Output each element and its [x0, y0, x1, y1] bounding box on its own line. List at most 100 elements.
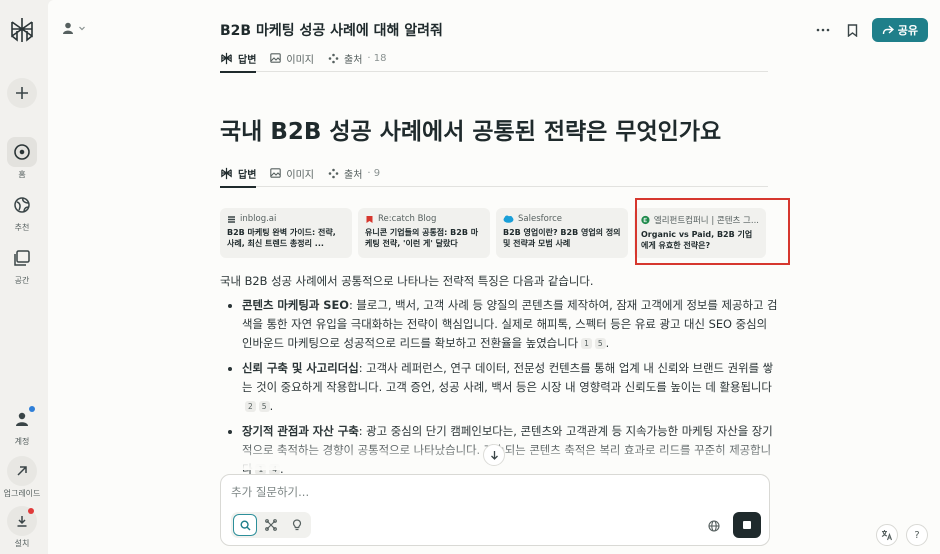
citation-badge[interactable]: 1	[581, 338, 592, 349]
more-horizontal-icon	[816, 28, 830, 32]
source-title: B2B 영업이란? B2B 영업의 정의 및 전략과 모범 사례	[503, 228, 621, 248]
search-mode-button[interactable]	[233, 514, 257, 536]
perplexity-logo-icon[interactable]	[8, 16, 36, 44]
source-site: inblog.ai	[240, 214, 277, 224]
user-icon	[63, 22, 73, 34]
globe-icon	[708, 520, 720, 532]
lightbulb-icon	[292, 519, 302, 531]
source-title: B2B 마케팅 완벽 가이드: 전략, 사례, 최신 트렌드 총정리 ...	[227, 228, 336, 248]
tab-answer[interactable]: 답변	[220, 159, 257, 188]
page-title: B2B 마케팅 성공 사례에 대해 알려줘	[220, 23, 443, 39]
perplexity-small-icon	[221, 167, 232, 179]
list-item: 콘텐츠 마케팅과 SEO: 블로그, 백서, 고객 사례 등 양질의 콘텐츠를 …	[220, 296, 780, 353]
bookmark-button[interactable]	[842, 19, 864, 41]
help-label: ?	[914, 529, 920, 541]
more-options-button[interactable]	[812, 19, 834, 41]
new-thread-button[interactable]	[0, 78, 44, 108]
submit-button[interactable]	[733, 512, 761, 538]
stop-icon	[743, 521, 751, 529]
arrow-up-right-icon	[7, 456, 37, 486]
tab-label: 출처	[344, 169, 363, 181]
search-circle-icon	[7, 137, 37, 167]
citation-badge[interactable]: 5	[594, 338, 606, 349]
sources-globe-button[interactable]	[703, 515, 725, 537]
tab-label: 이미지	[286, 169, 315, 181]
follow-up-input[interactable]	[231, 485, 631, 499]
bullet-title: 콘텐츠 마케팅과 SEO	[242, 298, 349, 312]
image-icon	[270, 168, 282, 178]
answer-intro: 국내 B2B 성공 사례에서 공통적으로 나타나는 전략적 특징은 다음과 같습…	[220, 274, 594, 288]
sidebar-item-upgrade[interactable]: 업그레이드	[0, 456, 44, 499]
notification-dot	[29, 406, 35, 412]
tab-label: 이미지	[286, 54, 315, 66]
sources-icon	[328, 53, 339, 63]
tab-sources[interactable]: 출처 · 18	[328, 44, 387, 72]
tab-label: 답변	[238, 169, 257, 181]
tab-label: 답변	[238, 54, 257, 66]
search-icon	[239, 519, 250, 530]
sidebar-item-home[interactable]: 홈	[0, 137, 44, 180]
notification-dot	[28, 508, 34, 514]
spaces-icon	[7, 243, 37, 273]
mode-selector	[231, 512, 311, 538]
translate-button[interactable]	[876, 524, 898, 546]
research-mode-button[interactable]	[259, 514, 283, 536]
source-site: Re:catch Blog	[378, 214, 437, 224]
bullet-title: 신뢰 구축 및 사고리더십	[242, 361, 359, 375]
share-button[interactable]: 공유	[871, 18, 928, 42]
share-arrow-icon	[882, 25, 894, 35]
top-actions: 공유	[812, 18, 928, 42]
citation-badge[interactable]: 2	[245, 401, 256, 412]
translate-icon	[881, 530, 893, 541]
recatch-favicon-icon	[366, 215, 373, 223]
list-item: 신뢰 구축 및 사고리더십: 고객사 레퍼런스, 연구 데이터, 전문성 컨텐츠…	[220, 359, 780, 416]
arrow-down-icon	[490, 451, 498, 460]
thread-tabs: 답변 이미지 출처 · 9	[220, 159, 768, 188]
sidebar-item-label: 업그레이드	[3, 489, 41, 498]
source-title: 유니콘 기업들의 공통점: B2B 마케팅 전략, '이런 게' 달랐다	[365, 228, 479, 248]
top-tabs: 답변 이미지 출처 · 18	[220, 44, 768, 73]
salesforce-favicon-icon	[503, 215, 514, 223]
sidebar: 홈 추천 공간 계정 업그레이드 설치	[0, 0, 44, 554]
plus-icon	[7, 78, 37, 108]
source-card[interactable]: inblog.ai B2B 마케팅 완벽 가이드: 전략, 사례, 최신 트렌드…	[220, 208, 352, 258]
tab-label: 출처	[344, 54, 363, 66]
sidebar-item-label: 홈	[18, 170, 26, 179]
tab-images[interactable]: 이미지	[270, 44, 314, 72]
tab-sources[interactable]: 출처 · 9	[328, 159, 380, 187]
chevron-down-icon	[79, 26, 85, 31]
sidebar-item-label: 공간	[14, 276, 30, 285]
source-site: Salesforce	[518, 214, 563, 224]
main-panel: B2B 마케팅 성공 사례에 대해 알려줘 공유 답변 이미지 출처 · 18 …	[48, 0, 940, 554]
sidebar-item-label: 추천	[14, 223, 30, 232]
sidebar-item-discover[interactable]: 추천	[0, 190, 44, 233]
labs-mode-button[interactable]	[285, 514, 309, 536]
inblog-favicon-icon	[228, 215, 235, 223]
sidebar-item-label: 설치	[14, 539, 30, 548]
bullet-end: .	[269, 399, 274, 413]
image-icon	[270, 53, 282, 63]
sources-icon	[328, 168, 339, 178]
sidebar-item-spaces[interactable]: 공간	[0, 243, 44, 286]
source-header: inblog.ai	[227, 214, 345, 224]
source-card[interactable]: Salesforce B2B 영업이란? B2B 영업의 정의 및 전략과 모범…	[496, 208, 628, 258]
account-menu-button[interactable]	[60, 20, 86, 36]
tab-answer[interactable]: 답변	[220, 44, 257, 73]
follow-up-composer	[220, 474, 770, 546]
sources-count: · 9	[367, 167, 381, 179]
source-card[interactable]: Re:catch Blog 유니콘 기업들의 공통점: B2B 마케팅 전략, …	[358, 208, 490, 258]
scroll-down-button[interactable]	[483, 444, 505, 466]
tab-images[interactable]: 이미지	[270, 159, 314, 187]
sources-count: · 18	[367, 52, 387, 64]
help-button[interactable]: ?	[906, 524, 928, 546]
bookmark-icon	[848, 23, 858, 37]
sidebar-item-install[interactable]: 설치	[0, 506, 44, 549]
bullet-end: .	[605, 336, 610, 350]
citation-badge[interactable]: 5	[258, 401, 270, 412]
question-heading: 국내 B2B 성공 사례에서 공통된 전략은 무엇인가요	[220, 119, 722, 145]
source-header: Re:catch Blog	[365, 214, 483, 224]
highlight-annotation-box	[635, 198, 790, 265]
sidebar-item-account[interactable]: 계정	[0, 404, 44, 447]
source-header: Salesforce	[503, 214, 621, 224]
bullet-title: 장기적 관점과 자산 구축	[242, 424, 359, 438]
